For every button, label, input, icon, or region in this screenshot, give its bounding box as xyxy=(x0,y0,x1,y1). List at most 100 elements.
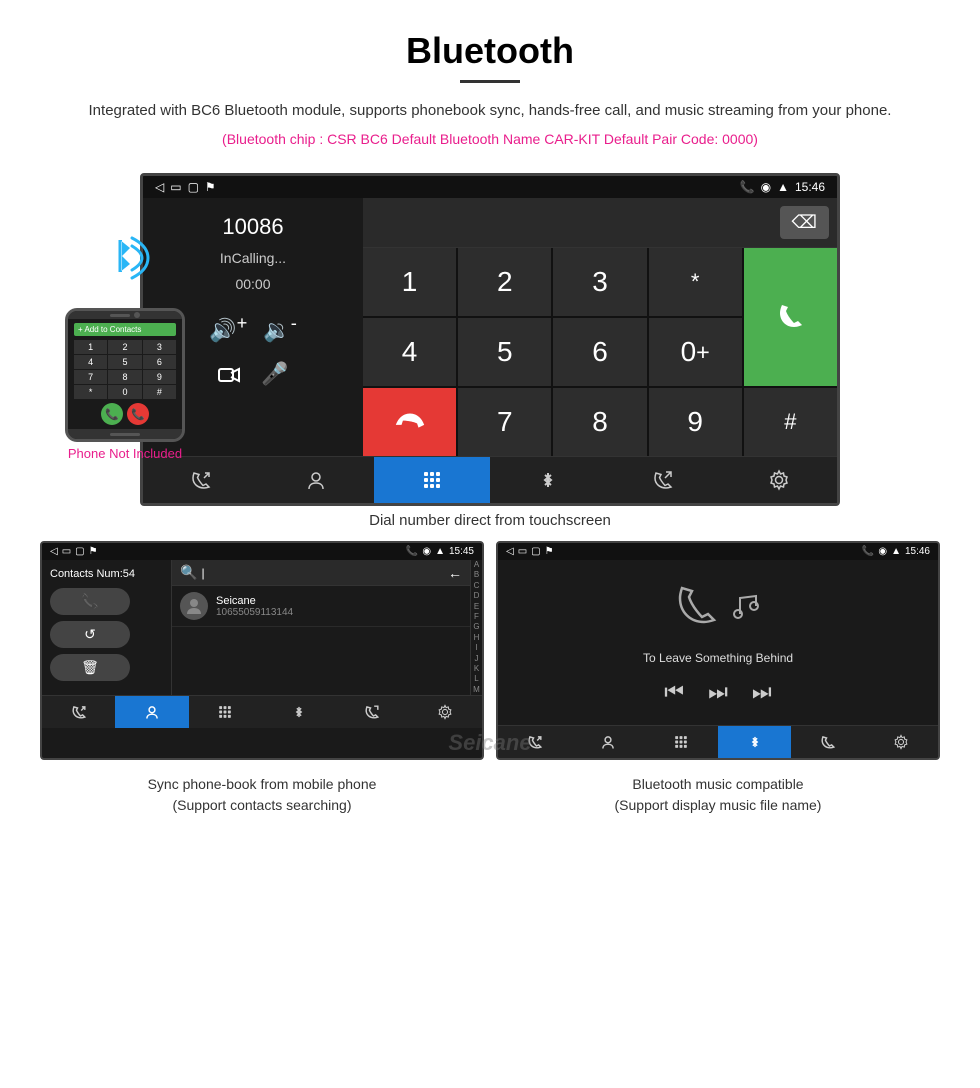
contacts-screen: ◁ ▭ ▢ ⚑ 📞 ◉ ▲ 15:45 Contacts Num:54 📞 ↺ xyxy=(40,541,484,760)
music-loc-icon: ◉ xyxy=(878,546,887,557)
contacts-bottom-nav xyxy=(42,695,482,728)
contacts-body: Contacts Num:54 📞 ↺ 🗑 🔍 ← xyxy=(42,560,482,695)
key-9[interactable]: 9 xyxy=(649,388,742,456)
next-button[interactable]: ⏭ xyxy=(752,679,772,705)
contacts-nav-call[interactable] xyxy=(42,696,115,728)
mic-button[interactable]: 🎤 xyxy=(261,361,288,395)
key-star[interactable]: * xyxy=(649,248,742,316)
call-timer: 00:00 xyxy=(235,276,270,292)
key-7[interactable]: 7 xyxy=(458,388,551,456)
alpha-b[interactable]: B xyxy=(474,570,479,580)
end-call-button[interactable] xyxy=(363,388,456,456)
key-2[interactable]: 2 xyxy=(458,248,551,316)
play-pause-button[interactable]: ⏭ xyxy=(708,679,728,705)
contacts-menu-icon: ▢ xyxy=(75,546,84,557)
music-nav-phone-out[interactable] xyxy=(791,726,864,758)
delete-contact-button[interactable]: 🗑 xyxy=(50,654,130,681)
volume-controls: 🔊+ 🔉- xyxy=(209,312,297,343)
contacts-nav-phone-out[interactable] xyxy=(335,696,408,728)
alpha-c[interactable]: C xyxy=(474,581,480,591)
nav-call-transfer[interactable] xyxy=(143,457,259,503)
contacts-nav-keypad[interactable] xyxy=(189,696,262,728)
music-nav-keypad[interactable] xyxy=(645,726,718,758)
caption-right: Bluetooth music compatible(Support displ… xyxy=(496,774,940,816)
number-input[interactable] xyxy=(371,214,772,232)
key-0plus[interactable]: 0+ xyxy=(649,318,742,386)
contacts-back-arrow: ← xyxy=(448,565,462,581)
nav-phone-out[interactable] xyxy=(606,457,722,503)
key-6[interactable]: 6 xyxy=(553,318,646,386)
alpha-j[interactable]: J xyxy=(475,654,479,664)
watermark: Seicane xyxy=(448,730,531,756)
music-screen: ◁ ▭ ▢ ⚑ 📞 ◉ ▲ 15:46 xyxy=(496,541,940,760)
music-nav-settings[interactable] xyxy=(865,726,938,758)
contacts-nav-bluetooth[interactable] xyxy=(262,696,335,728)
alpha-d[interactable]: D xyxy=(474,591,480,601)
music-controls: ⏮ ⏭ ⏭ xyxy=(664,679,771,705)
contacts-nav-settings[interactable] xyxy=(409,696,482,728)
contact-avatar xyxy=(180,592,208,620)
key-1[interactable]: 1 xyxy=(363,248,456,316)
phone-mockup-area: + Add to Contacts 1 2 3 4 5 6 7 8 9 * 0 … xyxy=(30,230,220,461)
contacts-loc-icon: ◉ xyxy=(422,546,431,557)
transfer-button[interactable] xyxy=(217,361,245,395)
key-4[interactable]: 4 xyxy=(363,318,456,386)
alpha-a[interactable]: A xyxy=(474,560,479,570)
home-icon: ▭ xyxy=(170,180,181,194)
title-underline xyxy=(460,80,520,83)
alpha-k[interactable]: K xyxy=(474,664,479,674)
music-wifi-icon: ▲ xyxy=(891,546,901,557)
contacts-left-panel: Contacts Num:54 📞 ↺ 🗑 xyxy=(42,560,172,695)
alpha-i[interactable]: I xyxy=(475,643,477,653)
backspace-button[interactable]: ⌫ xyxy=(780,206,829,239)
contacts-back-icon: ◁ xyxy=(50,546,58,557)
alpha-h[interactable]: H xyxy=(474,633,480,643)
bottom-captions: Sync phone-book from mobile phone(Suppor… xyxy=(0,768,980,836)
contacts-status-right: 📞 ◉ ▲ 15:45 xyxy=(406,546,474,557)
back-icon: ◁ xyxy=(155,180,164,194)
music-status-left: ◁ ▭ ▢ ⚑ xyxy=(506,546,554,557)
vol-down-button[interactable]: 🔉- xyxy=(263,312,297,343)
key-3[interactable]: 3 xyxy=(553,248,646,316)
nav-keypad[interactable] xyxy=(374,457,490,503)
contacts-status-left: ◁ ▭ ▢ ⚑ xyxy=(50,546,98,557)
contacts-count: Contacts Num:54 xyxy=(50,568,163,580)
ctrl-row: 🎤 xyxy=(217,361,288,395)
status-right-icons: 📞 ◉ ▲ 15:46 xyxy=(740,180,825,194)
alpha-g[interactable]: G xyxy=(473,622,479,632)
key-5[interactable]: 5 xyxy=(458,318,551,386)
music-phone-icon: 📞 xyxy=(862,546,874,557)
alpha-list: A B C D E F G H I J K L M xyxy=(470,560,482,695)
call-contact-button[interactable]: 📞 xyxy=(50,588,130,615)
music-icon-area xyxy=(672,580,764,639)
music-nav-bluetooth[interactable] xyxy=(718,726,791,758)
nav-contacts[interactable] xyxy=(259,457,375,503)
prev-button[interactable]: ⏮ xyxy=(664,679,684,705)
bluetooth-info: (Bluetooth chip : CSR BC6 Default Blueto… xyxy=(40,131,940,147)
alpha-l[interactable]: L xyxy=(474,674,478,684)
alpha-e[interactable]: E xyxy=(474,602,479,612)
key-8[interactable]: 8 xyxy=(553,388,646,456)
number-display: 10086 xyxy=(222,214,283,240)
refresh-contact-button[interactable]: ↺ xyxy=(50,621,130,648)
contacts-nav-contacts[interactable] xyxy=(115,696,188,728)
contact-name: Seicane xyxy=(216,595,293,607)
input-row: ⌫ xyxy=(363,198,837,248)
alpha-f[interactable]: F xyxy=(474,612,479,622)
contacts-search-input[interactable] xyxy=(201,566,448,580)
call-button[interactable] xyxy=(744,248,837,386)
contacts-search-icon: 🔍 xyxy=(180,564,197,581)
page-description: Integrated with BC6 Bluetooth module, su… xyxy=(40,99,940,123)
key-hash[interactable]: # xyxy=(744,388,837,456)
contacts-home-icon: ▭ xyxy=(62,546,71,557)
nav-bluetooth[interactable] xyxy=(490,457,606,503)
alpha-m[interactable]: M xyxy=(473,685,480,695)
contacts-search-row: 🔍 ← xyxy=(172,560,470,586)
keypad-grid: 1 2 3 * 4 5 6 0+ 7 xyxy=(363,248,837,456)
bottom-screens: ◁ ▭ ▢ ⚑ 📞 ◉ ▲ 15:45 Contacts Num:54 📞 ↺ xyxy=(0,541,980,760)
page-header: Bluetooth Integrated with BC6 Bluetooth … xyxy=(0,0,980,173)
nav-settings[interactable] xyxy=(721,457,837,503)
main-caption: Dial number direct from touchscreen xyxy=(0,512,980,529)
music-nav-contacts[interactable] xyxy=(571,726,644,758)
contact-item[interactable]: Seicane 10655059113144 xyxy=(172,586,470,627)
